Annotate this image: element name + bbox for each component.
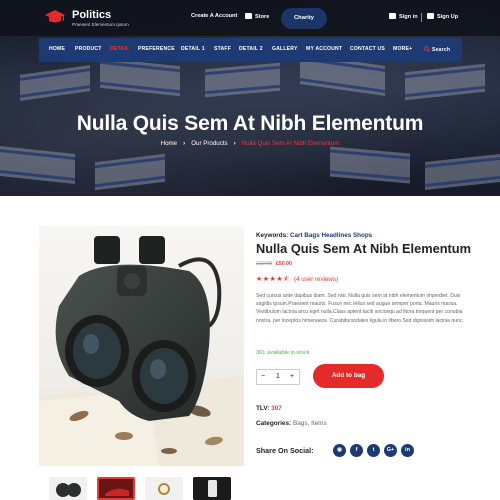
categories-label: Categories: <box>256 420 292 427</box>
nav-item-my-account[interactable]: MY ACCOUNT <box>306 46 342 52</box>
share-label: Share On Social: <box>256 446 314 455</box>
brand-tagline: Praesent Elementum Ipsum <box>72 22 129 27</box>
breadcrumb-parent[interactable]: Our Products <box>191 140 227 147</box>
qty-plus-button[interactable]: + <box>290 373 294 380</box>
breadcrumb: Home › Our Products › Nulla Quis Sem At Nibh… <box>0 140 500 147</box>
nav-item-home[interactable]: HOME <box>49 46 65 52</box>
breadcrumb-home[interactable]: Home <box>161 140 178 147</box>
search-link[interactable]: Search <box>424 46 450 53</box>
rss-icon[interactable]: ◉ <box>333 444 346 457</box>
nav-item-gallery[interactable]: GALLERY <box>272 46 298 52</box>
store-link[interactable]: Store <box>245 13 269 20</box>
keywords-label: Keywords: <box>256 232 289 239</box>
nav-item-contact-us[interactable]: CONTACT US <box>350 46 385 52</box>
quantity-stepper: − 1 + <box>256 369 300 385</box>
search-icon <box>424 46 430 52</box>
tlv-label: TLV: <box>256 405 270 412</box>
price: £19.00 £50.00 <box>256 261 292 267</box>
product-main-image[interactable] <box>39 226 244 466</box>
nav-item-product[interactable]: PRODUCT <box>75 46 102 52</box>
linkedin-icon[interactable]: in <box>401 444 414 457</box>
brand-name[interactable]: Politics <box>72 9 111 21</box>
breadcrumb-current: Nulla Quis Sem At Nibh Elementum <box>241 140 340 147</box>
thumbnail-phone[interactable] <box>193 477 231 500</box>
thumbnail-shoes[interactable] <box>97 477 135 500</box>
facebook-icon[interactable]: f <box>350 444 363 457</box>
keywords-value[interactable]: Cart Bags Headlines Shops <box>290 232 372 239</box>
product-title: Nulla Quis Sem At Nibh Elementum <box>256 241 471 256</box>
sign-up-link[interactable]: Sign Up <box>427 13 458 20</box>
product-description: Sed cursus ante dapibus diam. Sed nisi. … <box>256 293 464 324</box>
chevron-right-icon: › <box>183 140 186 147</box>
page-title: Nulla Quis Sem At Nibh Elementum <box>76 112 424 135</box>
user-icon <box>389 13 396 19</box>
add-to-bag-button[interactable]: Add to bag <box>313 364 384 388</box>
sign-in-link[interactable]: Sign in <box>389 13 418 20</box>
current-price: £50.00 <box>275 261 292 267</box>
nav-item-detail[interactable]: DETAIL <box>110 46 129 52</box>
categories: Categories: Bags, Items <box>256 420 327 427</box>
create-account-link[interactable]: Create A Account <box>191 13 237 19</box>
lock-icon <box>427 13 434 19</box>
nav-item-detail-1[interactable]: DETAIL 1 <box>181 46 205 52</box>
binoculars-image <box>39 226 244 466</box>
nav-item-preference[interactable]: PREFERENCE <box>138 46 175 52</box>
nav-item-more[interactable]: MORE+ <box>393 46 412 52</box>
store-icon <box>245 13 252 19</box>
categories-value[interactable]: Bags, Items <box>293 420 327 427</box>
divider <box>421 13 422 22</box>
chevron-right-icon: › <box>233 140 236 147</box>
thumbnail-binoculars[interactable] <box>49 477 87 500</box>
nav-item-detail-2[interactable]: DETAIL 2 <box>239 46 263 52</box>
nav-item-staff[interactable]: STAFF <box>214 46 231 52</box>
qty-value[interactable]: 1 <box>276 373 280 380</box>
tlv-value: 307 <box>271 405 282 412</box>
top-bar: Politics Praesent Elementum Ipsum Create… <box>0 0 500 36</box>
twitter-icon[interactable]: t <box>367 444 380 457</box>
qty-minus-button[interactable]: − <box>261 373 265 380</box>
tlv: TLV: 307 <box>256 405 282 412</box>
stock-status: 361 available in stock <box>256 350 310 356</box>
thumbnail-watch[interactable] <box>145 477 183 500</box>
main-nav: HOME PRODUCT DETAIL PREFERENCE DETAIL 1 … <box>39 38 462 62</box>
keywords: Keywords: Cart Bags Headlines Shops <box>256 232 372 239</box>
old-price: £19.00 <box>256 261 273 267</box>
reviews-link[interactable]: (4 user reviews) <box>294 276 338 283</box>
rating-stars: ★★★★⯪ <box>256 276 291 283</box>
charity-button[interactable]: Charity <box>281 8 327 29</box>
google-plus-icon[interactable]: G+ <box>384 444 397 457</box>
graduation-cap-icon <box>45 10 65 23</box>
